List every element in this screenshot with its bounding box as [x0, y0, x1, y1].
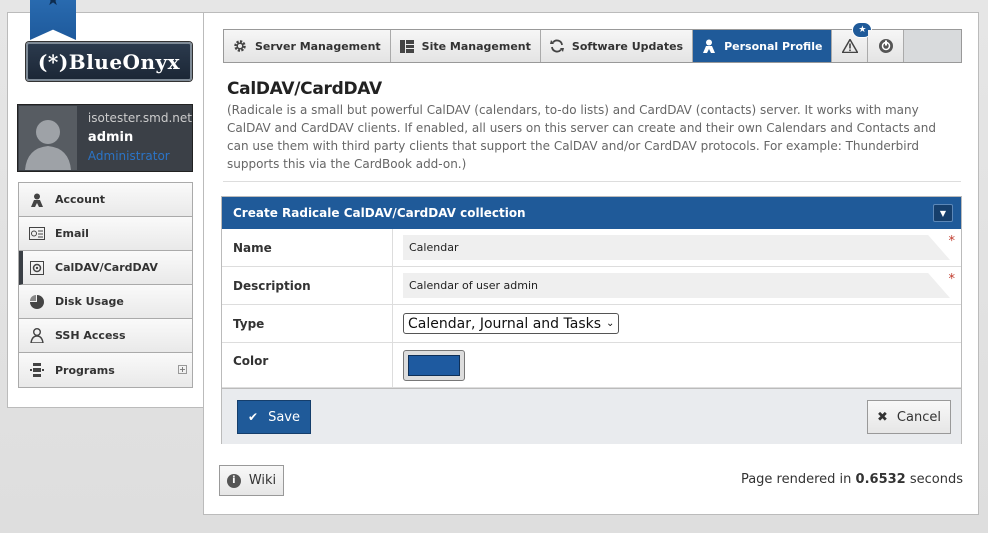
sidebar-item-ssh-access[interactable]: SSH Access: [19, 319, 192, 353]
top-tabbar: Server Management Site Management Softwa…: [223, 22, 962, 63]
type-label: Type: [222, 305, 393, 342]
ssh-user-icon: [29, 328, 45, 344]
render-seconds: 0.6532: [855, 472, 906, 487]
description-label: Description: [222, 267, 393, 304]
type-select-value: Calendar, Journal and Tasks: [408, 315, 602, 332]
tab-site-management[interactable]: Site Management: [390, 30, 541, 62]
wiki-button[interactable]: i Wiki: [219, 465, 284, 496]
tab-label: Server Management: [255, 39, 381, 53]
type-select[interactable]: Calendar, Journal and Tasks ⌄: [403, 313, 620, 334]
form-header-title: Create Radicale CalDAV/CardDAV collectio…: [233, 206, 526, 220]
check-icon: ✔: [248, 410, 259, 424]
sidebar-nav: Account Email CalDAV/CardDAV Disk Usage …: [18, 182, 193, 388]
form-header: Create Radicale CalDAV/CardDAV collectio…: [222, 197, 961, 229]
save-label: Save: [268, 409, 300, 425]
tab-logout[interactable]: [868, 30, 905, 62]
pie-chart-icon: [29, 294, 45, 310]
person-icon: [702, 39, 716, 53]
main-panel: Server Management Site Management Softwa…: [203, 12, 979, 515]
name-label: Name: [222, 229, 393, 266]
name-input[interactable]: [403, 235, 950, 260]
chevron-down-icon: ⌄: [606, 318, 615, 329]
render-prefix: Page rendered in: [740, 472, 852, 487]
gear-icon: [233, 39, 247, 53]
color-swatch: [408, 354, 460, 376]
wiki-label: Wiki: [248, 473, 277, 488]
tab-label: Site Management: [421, 39, 531, 53]
chevron-down-icon: ▼: [939, 208, 947, 218]
divider: [223, 181, 961, 182]
blueonyx-logo[interactable]: (*)BlueOnyx: [26, 42, 192, 81]
required-marker: *: [948, 272, 956, 287]
sidebar-item-account[interactable]: Account: [19, 183, 192, 217]
sidebar-item-label: CalDAV/CardDAV: [55, 261, 158, 274]
sidebar-item-label: Disk Usage: [55, 295, 124, 308]
user-role-link[interactable]: Administrator: [88, 147, 192, 166]
form-panel: Create Radicale CalDAV/CardDAV collectio…: [221, 196, 962, 444]
cancel-button[interactable]: ✖ Cancel: [867, 400, 951, 434]
user-name: admin: [87, 130, 134, 145]
caldav-icon: [29, 260, 45, 276]
color-label: Color: [222, 343, 393, 387]
sidebar-item-programs[interactable]: Programs +: [19, 353, 192, 387]
tab-notifications[interactable]: ★: [832, 22, 873, 62]
required-marker: *: [948, 234, 956, 249]
tab-label: Personal Profile: [724, 39, 823, 53]
user-card: isotester.smd.net admin Administrator: [17, 104, 193, 172]
form-actions: ✔ Save ✖ Cancel: [222, 388, 961, 444]
sidebar-item-label: Email: [55, 227, 89, 240]
sidebar-item-caldav[interactable]: CalDAV/CardDAV: [19, 251, 192, 285]
save-button[interactable]: ✔ Save: [237, 400, 311, 434]
tab-server-management[interactable]: Server Management: [224, 30, 391, 62]
user-host: isotester.smd.net: [87, 111, 192, 125]
cancel-label: Cancel: [896, 409, 941, 425]
programs-icon: [29, 362, 45, 378]
render-time: Page rendered in 0.6532 seconds: [741, 472, 963, 487]
avatar: [19, 106, 77, 170]
collapse-button[interactable]: ▼: [933, 204, 953, 222]
row-description: Description *: [222, 267, 961, 305]
avatar-silhouette-icon: [24, 120, 71, 170]
power-icon: [878, 39, 893, 53]
account-icon: [29, 192, 45, 208]
sidebar-item-label: Programs: [55, 363, 115, 377]
page-title: CalDAV/CardDAV: [227, 79, 382, 99]
row-type: Type Calendar, Journal and Tasks ⌄: [222, 305, 961, 343]
warning-icon: [841, 39, 858, 53]
refresh-icon: [549, 39, 564, 53]
tab-personal-profile[interactable]: Personal Profile: [693, 30, 833, 62]
row-color: Color: [222, 343, 961, 388]
tab-label: Software Updates: [571, 39, 684, 53]
email-icon: [29, 226, 45, 242]
render-suffix: seconds: [909, 472, 963, 487]
sidebar-item-disk-usage[interactable]: Disk Usage: [19, 285, 192, 319]
sidebar-item-label: Account: [55, 193, 106, 206]
row-name: Name *: [222, 229, 961, 267]
sidebar-item-label: SSH Access: [55, 329, 126, 342]
tab-software-updates[interactable]: Software Updates: [540, 30, 694, 62]
grid-icon: [399, 39, 414, 53]
description-input[interactable]: [403, 273, 950, 298]
sidebar-item-email[interactable]: Email: [19, 217, 192, 251]
info-icon: i: [226, 473, 241, 488]
expand-toggle[interactable]: +: [178, 365, 187, 374]
page-description: (Radicale is a small but powerful CalDAV…: [227, 103, 936, 171]
close-icon: ✖: [877, 409, 888, 425]
color-picker[interactable]: [403, 349, 465, 381]
